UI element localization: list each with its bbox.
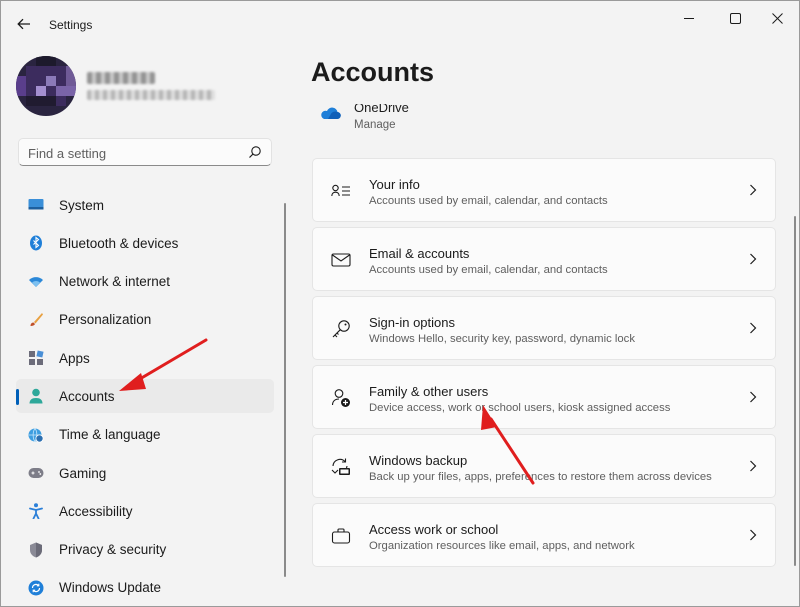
sidebar-item-label: Bluetooth & devices (59, 235, 179, 251)
window-title: Settings (49, 18, 93, 32)
card-sign-in-options[interactable]: Sign-in options Windows Hello, security … (312, 296, 776, 360)
sidebar-item-accessibility[interactable]: Accessibility (16, 494, 274, 528)
onedrive-link[interactable]: OneDrive Manage (312, 96, 772, 138)
sidebar-item-label: Time & language (59, 427, 161, 443)
user-name-redacted (87, 72, 155, 84)
minimize-icon (684, 18, 694, 19)
cloud-icon (321, 107, 341, 120)
maximize-icon (729, 12, 741, 24)
sidebar-item-gaming[interactable]: Gaming (16, 456, 274, 490)
card-title: Windows backup (369, 453, 468, 468)
sidebar-item-label: Network & internet (59, 274, 171, 290)
card-email-accounts[interactable]: Email & accounts Accounts used by email,… (312, 227, 776, 291)
close-button[interactable] (755, 7, 799, 29)
card-title: Your info (369, 177, 420, 192)
monitor-icon (28, 197, 44, 213)
brush-icon (28, 312, 44, 328)
settings-window: Settings Find a setting System Bluetooth… (0, 0, 800, 607)
card-subtitle: Back up your files, apps, preferences to… (369, 471, 712, 483)
shield-icon (28, 542, 44, 558)
sidebar-item-time-language[interactable]: Time & language (16, 418, 274, 452)
person-icon (28, 388, 44, 404)
avatar[interactable] (16, 56, 76, 116)
sidebar-item-label: Windows Update (59, 580, 162, 596)
back-arrow-icon (17, 18, 30, 30)
minimize-button[interactable] (667, 7, 711, 29)
sidebar-item-windows-update[interactable]: Windows Update (16, 571, 274, 605)
card-subtitle: Accounts used by email, calendar, and co… (369, 195, 608, 207)
chevron-right-icon (750, 322, 757, 334)
card-title: Access work or school (369, 522, 499, 537)
wifi-icon (28, 274, 44, 290)
sidebar-item-accounts[interactable]: Accounts (16, 379, 274, 414)
globe-clock-icon (28, 427, 44, 443)
chevron-right-icon (750, 391, 757, 403)
sidebar-nav: System Bluetooth & devices Network & int… (16, 188, 274, 606)
sidebar-item-apps[interactable]: Apps (16, 341, 274, 375)
onedrive-manage: Manage (354, 119, 396, 131)
close-icon (771, 12, 783, 24)
key-icon (331, 319, 351, 339)
update-icon (28, 580, 44, 596)
back-button[interactable] (11, 11, 37, 37)
search-placeholder: Find a setting (28, 146, 107, 161)
sidebar-item-label: Accounts (59, 388, 115, 404)
sidebar-item-label: Apps (59, 350, 90, 366)
main-scrollbar[interactable] (794, 216, 796, 566)
card-title: Email & accounts (369, 246, 470, 261)
sidebar-item-privacy-security[interactable]: Privacy & security (16, 533, 274, 567)
sidebar-item-bluetooth[interactable]: Bluetooth & devices (16, 226, 274, 260)
gamepad-icon (28, 465, 44, 481)
sidebar-item-label: Accessibility (59, 503, 133, 519)
chevron-right-icon (750, 460, 757, 472)
chevron-right-icon (750, 529, 757, 541)
card-family-other-users[interactable]: Family & other users Device access, work… (312, 365, 776, 429)
card-subtitle: Organization resources like email, apps,… (369, 540, 635, 552)
title-bar: Settings (1, 1, 799, 41)
card-windows-backup[interactable]: Windows backup Back up your files, apps,… (312, 434, 776, 498)
card-subtitle: Accounts used by email, calendar, and co… (369, 264, 608, 276)
search-icon (249, 146, 261, 158)
page-title: Accounts (311, 57, 435, 87)
user-email-redacted (87, 90, 215, 100)
backup-icon (331, 457, 351, 477)
apps-icon (28, 350, 44, 366)
card-subtitle: Windows Hello, security key, password, d… (369, 333, 635, 345)
selection-indicator (16, 389, 19, 406)
sidebar-item-personalization[interactable]: Personalization (16, 303, 274, 337)
onedrive-title: OneDrive (354, 100, 409, 115)
search-input[interactable]: Find a setting (18, 138, 272, 166)
sidebar-scrollbar[interactable] (284, 203, 286, 577)
card-access-work-school[interactable]: Access work or school Organization resou… (312, 503, 776, 567)
chevron-right-icon (750, 184, 757, 196)
mail-icon (331, 250, 351, 270)
briefcase-icon (331, 526, 351, 546)
card-your-info[interactable]: Your info Accounts used by email, calend… (312, 158, 776, 222)
sidebar-item-label: Privacy & security (59, 542, 167, 558)
card-title: Sign-in options (369, 315, 455, 330)
accessibility-icon (28, 503, 44, 520)
bluetooth-icon (28, 235, 44, 251)
sidebar-item-label: System (59, 197, 105, 213)
card-title: Family & other users (369, 384, 489, 399)
person-add-icon (331, 388, 351, 408)
chevron-right-icon (750, 253, 757, 265)
contact-card-icon (331, 181, 351, 201)
sidebar-item-system[interactable]: System (16, 188, 274, 222)
maximize-button[interactable] (713, 7, 757, 29)
sidebar-item-label: Gaming (59, 465, 107, 481)
card-subtitle: Device access, work or school users, kio… (369, 402, 671, 414)
sidebar-item-label: Personalization (59, 312, 152, 328)
sidebar-item-network[interactable]: Network & internet (16, 265, 274, 299)
